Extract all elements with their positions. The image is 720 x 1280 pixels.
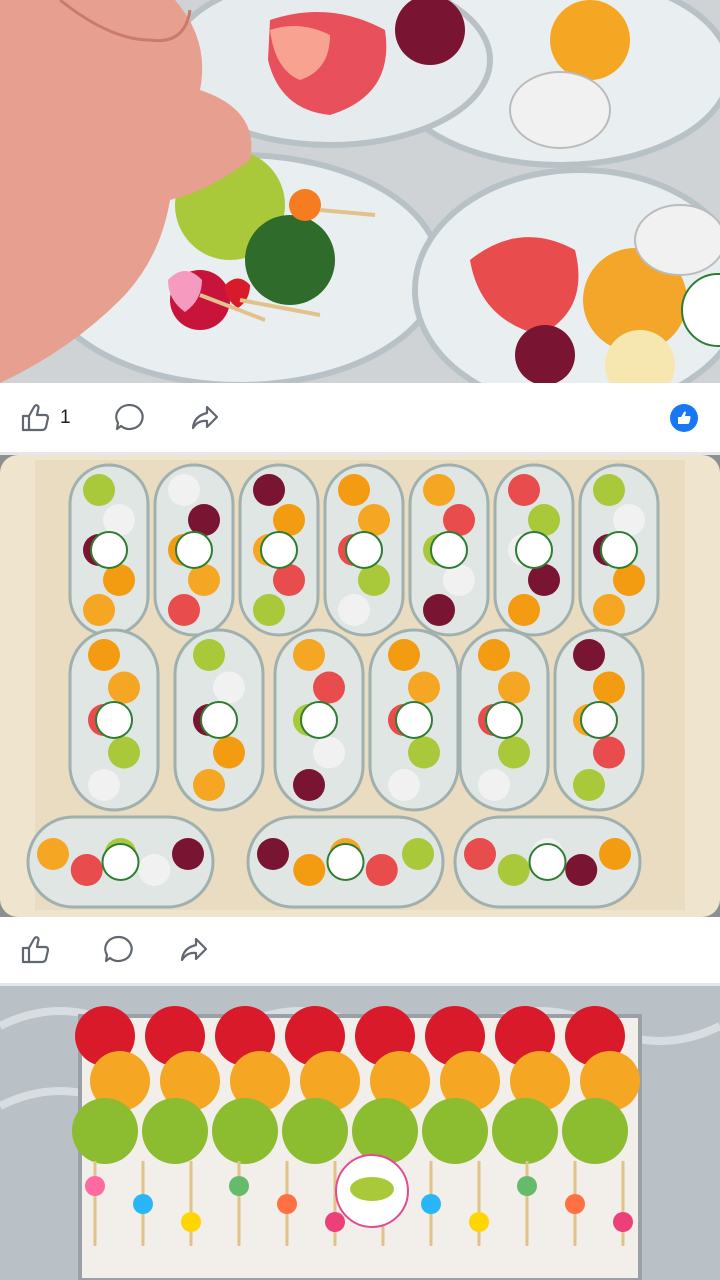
thumbs-up-icon: [21, 403, 50, 431]
fruit-cups-closeup-image: [0, 0, 720, 383]
comment-button[interactable]: [111, 400, 147, 436]
thumbs-up-icon: [21, 936, 50, 964]
fruit-cup-row: [26, 463, 660, 909]
post-3-photo[interactable]: [0, 986, 720, 1280]
share-button[interactable]: [176, 932, 212, 968]
share-button[interactable]: [187, 400, 223, 436]
tray-of-fruit-cups-image: [0, 455, 720, 917]
like-button[interactable]: 1: [18, 400, 71, 436]
like-reaction-badge[interactable]: [670, 403, 698, 432]
like-count: 1: [60, 406, 71, 428]
comment-button[interactable]: [100, 932, 136, 968]
like-button[interactable]: [18, 932, 60, 968]
post-1-action-bar: 1: [0, 383, 720, 452]
share-arrow-icon: [180, 937, 208, 962]
post-2-photo[interactable]: [0, 455, 720, 917]
comment-bubble-icon: [114, 403, 144, 430]
thumbs-up-icon: [678, 411, 691, 424]
post-2-action-bar: [0, 917, 720, 983]
comment-bubble-icon: [104, 935, 133, 963]
share-arrow-icon: [191, 405, 218, 429]
post-1-photo[interactable]: [0, 0, 720, 383]
fruit-skewers-tray-image: [0, 986, 720, 1280]
